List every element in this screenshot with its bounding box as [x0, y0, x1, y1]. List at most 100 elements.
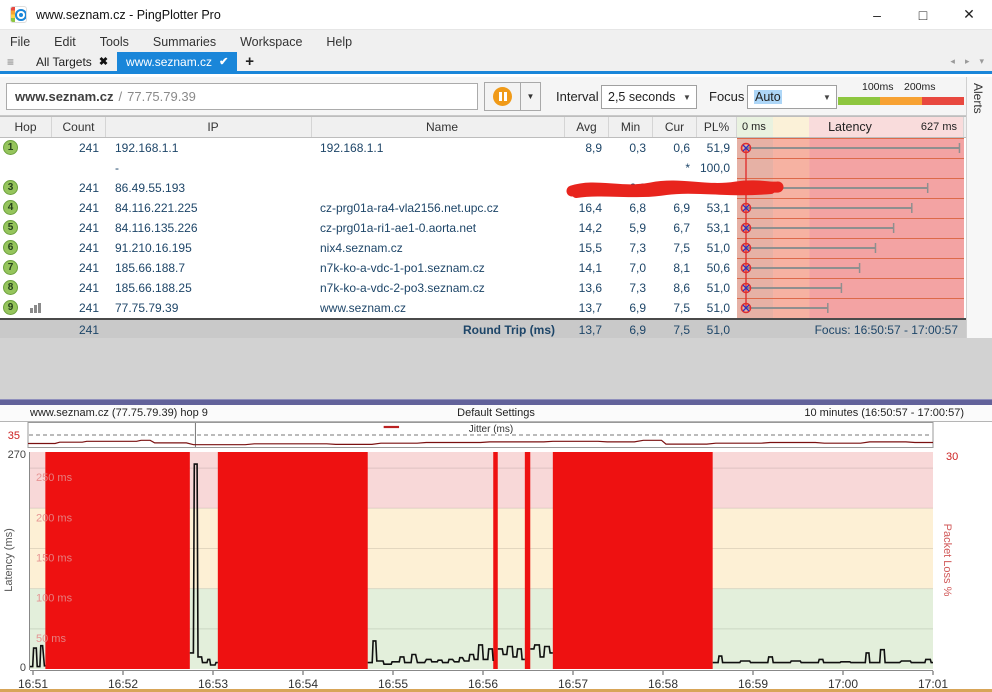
jitter-graph[interactable]: Jitter (ms)35	[0, 422, 992, 448]
alerts-label: Alerts	[971, 83, 985, 114]
avg-cell: 13,6	[565, 278, 609, 298]
new-tab-button[interactable]: +	[237, 53, 262, 71]
header-hop[interactable]: Hop	[0, 117, 52, 137]
tab-check-icon: ✔	[219, 55, 228, 68]
pl-cell: 51,0	[697, 298, 737, 318]
avg-cell: 15,5	[565, 238, 609, 258]
cur-cell: 7,5	[653, 298, 697, 318]
hop-number-badge: 6	[3, 240, 18, 255]
hop-cell: 6	[0, 238, 52, 258]
hop-cell: 5	[0, 218, 52, 238]
ip-cell: 91.210.16.195	[106, 238, 312, 258]
min-cell: 5,9	[609, 218, 653, 238]
trace-table: Hop Count IP Name Avg Min Cur PL% 0 ms L…	[0, 116, 966, 340]
hop-number-badge: 4	[3, 200, 18, 215]
x-axis-tick-label: 16:52	[108, 677, 138, 689]
hop-cell: 1	[0, 138, 52, 158]
x-axis-tick-label: 16:57	[558, 677, 588, 689]
name-cell: cz-prg01a-ra4-vla2156.net.upc.cz	[312, 198, 565, 218]
band-value-label: 150 ms	[36, 552, 73, 564]
round-trip-row[interactable]: 241 Round Trip (ms) 13,7 6,9 7,5 51,0 Fo…	[0, 318, 966, 340]
y-axis-max-label: 270	[8, 449, 26, 461]
latency-range-cell	[737, 178, 964, 198]
min-cell: 6,8	[609, 198, 653, 218]
header-ip[interactable]: IP	[106, 117, 312, 137]
ip-cell: 86.49.55.193	[106, 178, 312, 198]
pl-cell: 51,0	[697, 278, 737, 298]
x-axis-tick-label: 16:59	[738, 677, 768, 689]
toolbar: www.seznam.cz / 77.75.79.39 ▼ Interval 2…	[0, 77, 966, 116]
x-axis-tick-label: 16:54	[288, 677, 318, 689]
y-axis-min-label: 0	[20, 662, 26, 674]
header-min[interactable]: Min	[609, 117, 653, 137]
latency-timeline-graph[interactable]: 250 ms200 ms150 ms100 ms50 ms270030Laten…	[0, 448, 992, 689]
timeline-range-label[interactable]: 10 minutes (16:50:57 - 17:00:57)	[804, 407, 964, 419]
cur-cell: 8,1	[653, 258, 697, 278]
tab-seznam[interactable]: www.seznam.cz ✔	[117, 52, 237, 71]
table-row[interactable]: 424184.116.221.225cz-prg01a-ra4-vla2156.…	[0, 198, 966, 218]
table-row[interactable]: 7241185.66.188.7n7k-ko-a-vdc-1-po1.sezna…	[0, 258, 966, 278]
tab-list-icon: ▾	[979, 56, 984, 67]
hop-number-badge: 1	[3, 140, 18, 155]
table-row[interactable]: 924177.75.79.39www.seznam.cz13,76,97,551…	[0, 298, 966, 318]
band-value-label: 250 ms	[36, 472, 73, 484]
count-cell: 241	[52, 138, 106, 158]
tab-close-icon[interactable]: ✖	[99, 55, 108, 68]
pause-dropdown-button[interactable]: ▼	[520, 82, 541, 111]
focus-value: Auto	[754, 90, 782, 104]
tab-scroll-controls[interactable]: ◂▸▾	[950, 56, 984, 71]
jitter-threshold-label: 35	[8, 430, 20, 442]
maximize-button[interactable]: □	[900, 0, 946, 29]
table-row[interactable]: 624191.210.16.195nix4.seznam.cz15,57,37,…	[0, 238, 966, 258]
tab-all-targets[interactable]: All Targets ✖	[27, 52, 117, 71]
latency-scale-max: 627 ms	[921, 121, 957, 133]
table-row[interactable]: -*100,0	[0, 158, 966, 178]
header-cur[interactable]: Cur	[653, 117, 697, 137]
hamburger-icon[interactable]: ≡	[7, 55, 23, 69]
chevron-down-icon: ▼	[678, 93, 696, 102]
focus-select[interactable]: Auto ▼	[747, 85, 837, 109]
table-row[interactable]: 1241192.168.1.1192.168.1.18,90,30,651,9	[0, 138, 966, 158]
table-row[interactable]: 324186.49.55.19316,66,07,050,6	[0, 178, 966, 198]
name-cell: nix4.seznam.cz	[312, 238, 565, 258]
hop-number-badge: 7	[3, 260, 18, 275]
summary-count: 241	[52, 320, 106, 338]
latency-range-cell	[737, 158, 964, 178]
interval-select[interactable]: 2,5 seconds ▼	[601, 85, 697, 109]
pause-button[interactable]	[484, 82, 521, 111]
x-axis-tick-label: 16:56	[468, 677, 498, 689]
table-row[interactable]: 524184.116.135.226cz-prg01a-ri1-ae1-0.ao…	[0, 218, 966, 238]
menu-workspace[interactable]: Workspace	[228, 30, 314, 55]
min-cell: 7,0	[609, 258, 653, 278]
header-latency[interactable]: 0 ms Latency 627 ms	[737, 117, 964, 137]
table-row[interactable]: 8241185.66.188.25n7k-ko-a-vdc-2-po3.sezn…	[0, 278, 966, 298]
alerts-panel-tab[interactable]: Alerts	[966, 77, 992, 338]
min-cell: 7,3	[609, 278, 653, 298]
minimize-button[interactable]: –	[854, 0, 900, 29]
focus-label: Focus	[709, 89, 744, 104]
name-cell	[312, 178, 565, 198]
latency-range-cell	[737, 218, 964, 238]
ip-cell: 185.66.188.25	[106, 278, 312, 298]
hop-cell: 9	[0, 298, 52, 318]
x-axis-tick-label: 17:01	[918, 677, 948, 689]
close-button[interactable]: ✕	[946, 0, 992, 29]
header-name[interactable]: Name	[312, 117, 565, 137]
tab-scroll-right-icon: ▸	[965, 56, 970, 67]
header-avg[interactable]: Avg	[565, 117, 609, 137]
header-pl[interactable]: PL%	[697, 117, 737, 137]
avg-cell: 16,6	[565, 178, 609, 198]
band-value-label: 100 ms	[36, 593, 73, 605]
min-cell: 7,3	[609, 238, 653, 258]
menu-help[interactable]: Help	[314, 30, 364, 55]
cur-cell: 6,9	[653, 198, 697, 218]
hop-cell: 8	[0, 278, 52, 298]
pl-cell: 51,0	[697, 238, 737, 258]
ip-cell: 185.66.188.7	[106, 258, 312, 278]
header-count[interactable]: Count	[52, 117, 106, 137]
latency-scale-min: 0 ms	[742, 121, 766, 133]
latency-scale-title: Latency	[828, 120, 872, 134]
x-axis-tick-label: 16:58	[648, 677, 678, 689]
target-input[interactable]: www.seznam.cz / 77.75.79.39	[6, 83, 478, 110]
count-cell: 241	[52, 298, 106, 318]
